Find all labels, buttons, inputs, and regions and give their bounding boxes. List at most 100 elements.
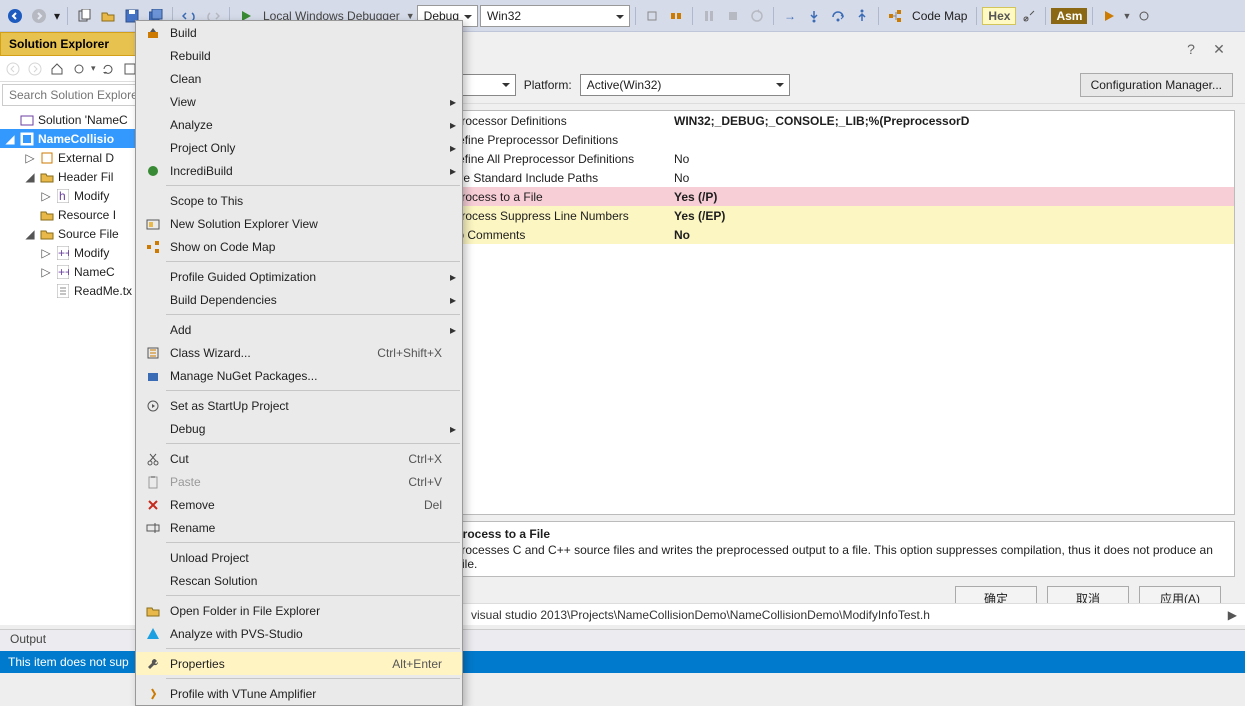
ctx-build[interactable]: Build	[136, 21, 462, 44]
codemap-label[interactable]: Code Map	[908, 9, 971, 23]
step-icon-2[interactable]	[665, 5, 687, 27]
ctx-class-wizard-[interactable]: Class Wizard...Ctrl+Shift+X	[136, 341, 462, 364]
prop-value[interactable]: No	[670, 228, 1234, 242]
prop-value[interactable]: No	[670, 152, 1234, 166]
restart-button[interactable]	[746, 5, 768, 27]
pause-button[interactable]	[698, 5, 720, 27]
ctx-new-solution-explorer-view[interactable]: New Solution Explorer View	[136, 212, 462, 235]
ctx-shortcut: Alt+Enter	[392, 657, 454, 671]
tool-misc-2[interactable]	[1133, 5, 1155, 27]
submenu-arrow-icon: ▸	[450, 422, 456, 436]
ctx-set-as-startup-project[interactable]: Set as StartUp Project	[136, 394, 462, 417]
ctx-cut[interactable]: CutCtrl+X	[136, 447, 462, 470]
dialog-close-button[interactable]: ✕	[1205, 41, 1233, 58]
nav-dropdown-icon[interactable]: ▾	[52, 5, 62, 27]
property-grid[interactable]: Preprocessor DefinitionsWIN32;_DEBUG;_CO…	[427, 110, 1235, 515]
ctx-properties[interactable]: PropertiesAlt+Enter	[136, 652, 462, 675]
new-button[interactable]	[73, 5, 95, 27]
ctx-label: Build Dependencies	[166, 293, 454, 307]
ctx-label: Scope to This	[166, 194, 454, 208]
path-text: visual studio 2013\Projects\NameCollisio…	[471, 608, 930, 622]
hex-button[interactable]: Hex	[982, 7, 1016, 25]
prop-row[interactable]: Ignore Standard Include PathsNo	[428, 168, 1234, 187]
ctx-profile-guided-optimization[interactable]: Profile Guided Optimization▸	[136, 265, 462, 288]
prop-row[interactable]: Undefine Preprocessor Definitions	[428, 130, 1234, 149]
path-bar: visual studio 2013\Projects\NameCollisio…	[463, 603, 1245, 625]
ctx-rebuild[interactable]: Rebuild	[136, 44, 462, 67]
ctx-shortcut: Del	[424, 498, 454, 512]
ctx-label: View	[166, 95, 454, 109]
run-dropdown-icon[interactable]: ▼	[1122, 11, 1131, 21]
step-icon-1[interactable]	[641, 5, 663, 27]
se-refresh-button[interactable]	[98, 59, 118, 79]
ctx-manage-nuget-packages-[interactable]: Manage NuGet Packages...	[136, 364, 462, 387]
ctx-clean[interactable]: Clean	[136, 67, 462, 90]
ctx-incredibuild[interactable]: IncrediBuild▸	[136, 159, 462, 182]
step-into-button[interactable]	[803, 5, 825, 27]
se-fwd-button[interactable]	[25, 59, 45, 79]
wrench-icon	[140, 657, 166, 671]
cpp-file-icon: ++	[55, 264, 71, 280]
prop-row[interactable]: Undefine All Preprocessor DefinitionsNo	[428, 149, 1234, 168]
se-home-button[interactable]	[47, 59, 67, 79]
stop-button[interactable]	[722, 5, 744, 27]
ctx-label: New Solution Explorer View	[166, 217, 454, 231]
ctx-scope-to-this[interactable]: Scope to This	[136, 189, 462, 212]
prop-value[interactable]: Yes (/EP)	[670, 209, 1234, 223]
asm-button[interactable]: Asm	[1051, 8, 1087, 24]
ctx-label: Remove	[166, 498, 424, 512]
ctx-rename[interactable]: Rename	[136, 516, 462, 539]
tree-external-label: External D	[58, 151, 114, 165]
dialog-help-button[interactable]: ?	[1177, 41, 1205, 57]
ctx-debug[interactable]: Debug▸	[136, 417, 462, 440]
debugger-dropdown-icon[interactable]: ▼	[406, 11, 415, 21]
nav-back-button[interactable]	[4, 5, 26, 27]
platform-combo[interactable]: Win32	[480, 5, 630, 27]
ctx-label: Class Wizard...	[166, 346, 377, 360]
prop-key: Ignore Standard Include Paths	[428, 171, 670, 185]
step-out-button[interactable]	[851, 5, 873, 27]
ctx-analyze[interactable]: Analyze▸	[136, 113, 462, 136]
svg-text:++: ++	[58, 246, 69, 260]
build-icon	[140, 26, 166, 40]
ctx-open-folder-in-file-explorer[interactable]: Open Folder in File Explorer	[136, 599, 462, 622]
ctx-add[interactable]: Add▸	[136, 318, 462, 341]
ctx-rescan-solution[interactable]: Rescan Solution	[136, 569, 462, 592]
ctx-view[interactable]: View▸	[136, 90, 462, 113]
run-button[interactable]	[1098, 5, 1120, 27]
ctx-label: Properties	[166, 657, 392, 671]
ctx-project-only[interactable]: Project Only▸	[136, 136, 462, 159]
step-tool-1[interactable]: →	[779, 5, 801, 27]
platform-dropdown[interactable]: Active(Win32)	[580, 74, 790, 96]
scroll-right-icon[interactable]: ▶	[1228, 608, 1237, 622]
ctx-unload-project[interactable]: Unload Project	[136, 546, 462, 569]
ctx-label: Show on Code Map	[166, 240, 454, 254]
codemap-icon[interactable]	[884, 5, 906, 27]
tree-solution-label: Solution 'NameC	[38, 113, 128, 127]
ctx-profile-with-vtune-amplifier[interactable]: Profile with VTune Amplifier	[136, 682, 462, 705]
se-sync-button[interactable]	[69, 59, 89, 79]
open-button[interactable]	[97, 5, 119, 27]
prop-row[interactable]: Preprocessor DefinitionsWIN32;_DEBUG;_CO…	[428, 111, 1234, 130]
ctx-label: Build	[166, 26, 454, 40]
se-back-button[interactable]	[3, 59, 23, 79]
prop-value[interactable]: WIN32;_DEBUG;_CONSOLE;_LIB;%(Preprocesso…	[670, 114, 1234, 128]
tool-misc-1[interactable]	[1018, 5, 1040, 27]
prop-value[interactable]: No	[670, 171, 1234, 185]
platform-label: Platform:	[524, 78, 572, 92]
incredi-icon	[140, 164, 166, 178]
ctx-remove[interactable]: RemoveDel	[136, 493, 462, 516]
prop-row[interactable]: Preprocess to a FileYes (/P)	[428, 187, 1234, 206]
ctx-build-dependencies[interactable]: Build Dependencies▸	[136, 288, 462, 311]
prop-value[interactable]: Yes (/P)	[670, 190, 1234, 204]
config-manager-button[interactable]: Configuration Manager...	[1080, 73, 1233, 97]
ctx-shortcut: Ctrl+V	[408, 475, 454, 489]
nav-fwd-button[interactable]	[28, 5, 50, 27]
ctx-show-on-code-map[interactable]: Show on Code Map	[136, 235, 462, 258]
folder-icon	[39, 226, 55, 242]
prop-row[interactable]: Preprocess Suppress Line NumbersYes (/EP…	[428, 206, 1234, 225]
step-over-button[interactable]	[827, 5, 849, 27]
project-icon	[19, 131, 35, 147]
prop-row[interactable]: Keep CommentsNo	[428, 225, 1234, 244]
ctx-analyze-with-pvs-studio[interactable]: Analyze with PVS-Studio	[136, 622, 462, 645]
